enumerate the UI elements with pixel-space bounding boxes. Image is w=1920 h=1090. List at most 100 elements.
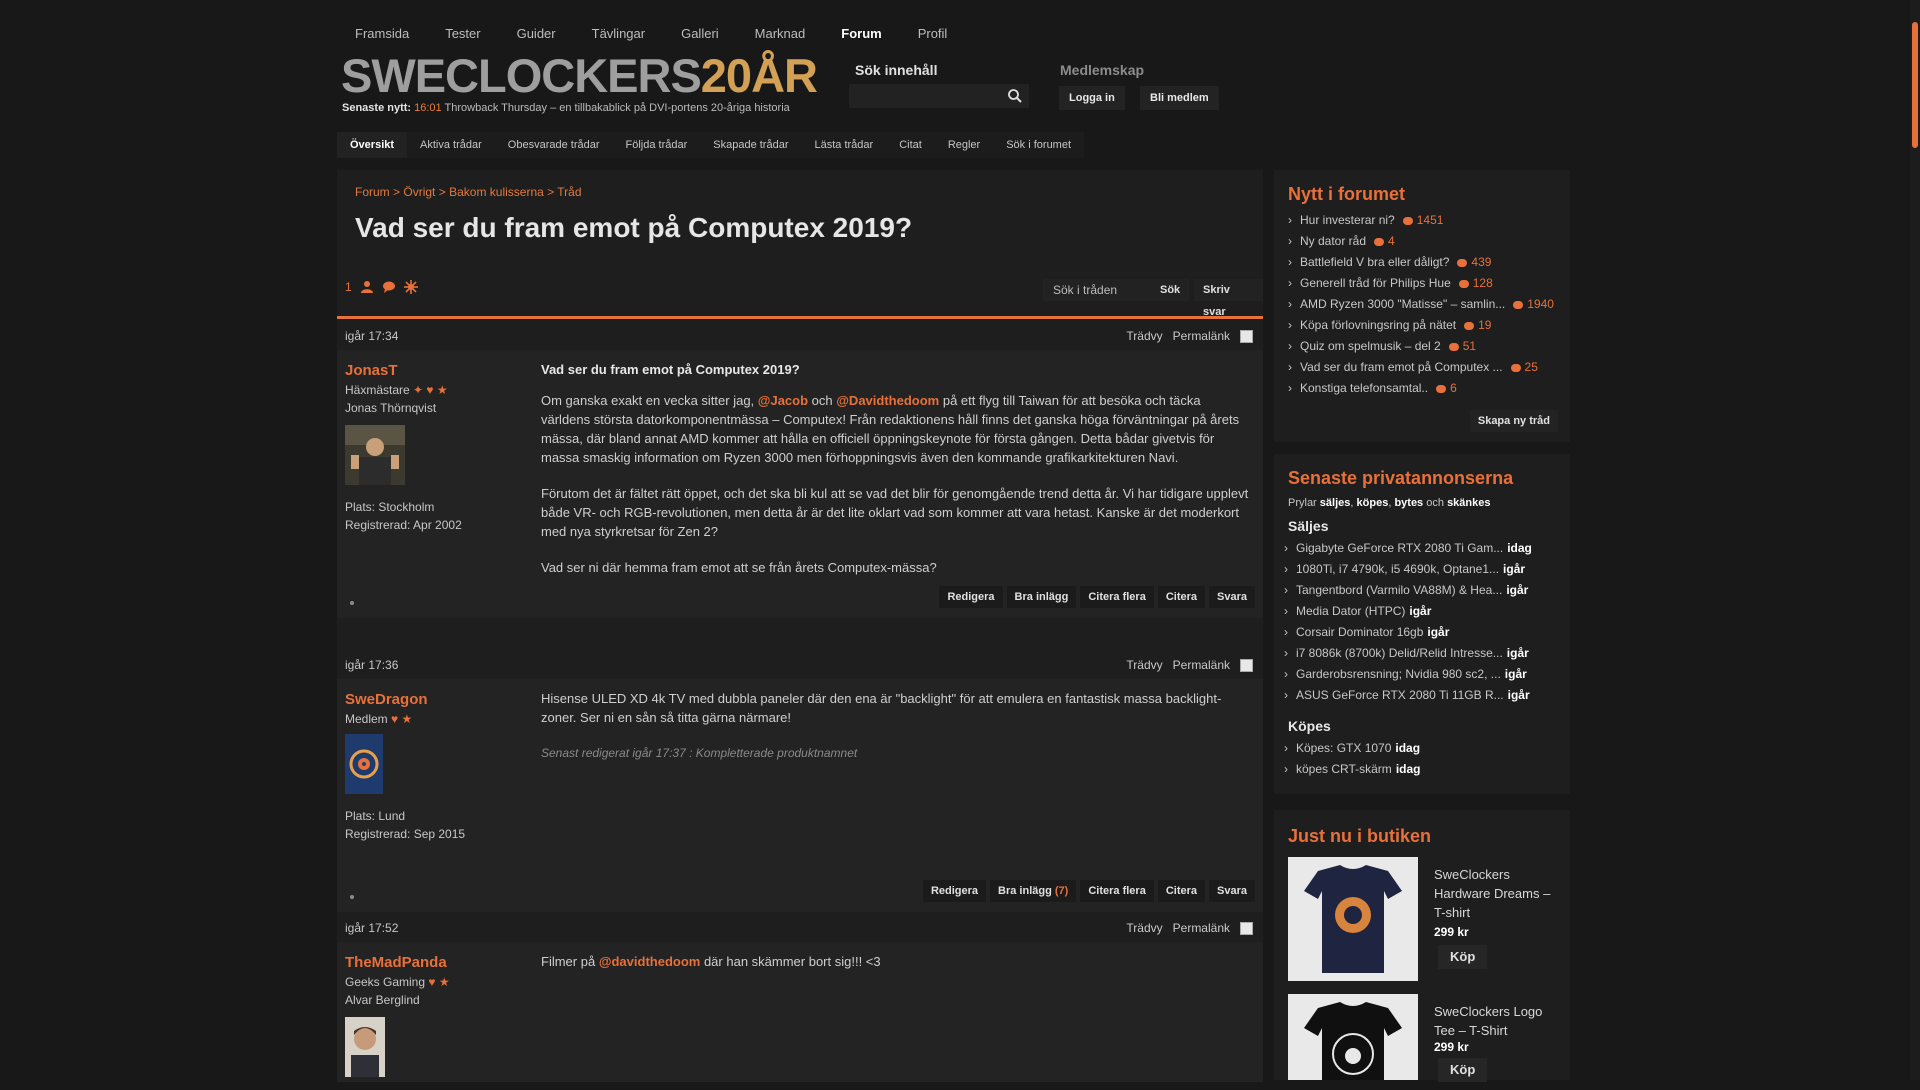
avatar[interactable] xyxy=(345,734,383,794)
filter-buy[interactable]: köpes xyxy=(1357,497,1389,509)
comment-icon[interactable] xyxy=(382,280,396,294)
list-item[interactable]: Generell tråd för Philips Hue 128 xyxy=(1288,273,1570,294)
list-item[interactable]: Corsair Dominator 16gb igår xyxy=(1284,622,1566,643)
reply-button[interactable]: Svara xyxy=(1209,880,1255,902)
thread-link[interactable]: Vad ser du fram emot på Computex ... xyxy=(1300,360,1503,374)
user-icon[interactable] xyxy=(360,280,374,294)
reply-thread-button[interactable]: Skriv svar xyxy=(1194,279,1263,318)
mention-link[interactable]: @Davidthedoom xyxy=(836,393,939,408)
ad-link[interactable]: köpes CRT-skärm xyxy=(1296,762,1392,776)
nav-tester[interactable]: Tester xyxy=(427,20,498,47)
ad-link[interactable]: i7 8086k (8700k) Delid/Relid Intresse... xyxy=(1296,646,1503,660)
thread-link[interactable]: Generell tråd för Philips Hue xyxy=(1300,276,1451,290)
list-item[interactable]: Quiz om spelmusik – del 2 51 xyxy=(1288,336,1570,357)
subnav-regler[interactable]: Regler xyxy=(935,139,993,151)
list-item[interactable]: Ny dator råd 4 xyxy=(1288,231,1570,252)
thread-link[interactable]: Konstiga telefonsamtal.. xyxy=(1300,381,1428,395)
site-logo[interactable]: SWECLOCKERS20ÅR xyxy=(341,52,818,99)
subnav-foljda[interactable]: Följda trådar xyxy=(613,139,701,151)
product-name[interactable]: SweClockers Logo Tee – T-Shirt xyxy=(1434,1002,1554,1040)
product-image[interactable] xyxy=(1288,994,1418,1080)
select-checkbox[interactable] xyxy=(1240,329,1253,343)
thread-link[interactable]: Hur investerar ni? xyxy=(1300,213,1395,227)
thread-link[interactable]: AMD Ryzen 3000 "Matisse" – samlin... xyxy=(1300,297,1505,311)
ad-link[interactable]: Gigabyte GeForce RTX 2080 Ti Gam... xyxy=(1296,541,1503,555)
search-icon[interactable] xyxy=(1007,88,1023,104)
list-item[interactable]: Vad ser du fram emot på Computex ... 25 xyxy=(1288,357,1570,378)
author-name[interactable]: JonasT xyxy=(345,362,525,379)
permalink-link[interactable]: Permalänk xyxy=(1173,921,1230,935)
buy-button[interactable]: Köp xyxy=(1438,945,1488,969)
subnav-lasta[interactable]: Lästa trådar xyxy=(801,139,886,151)
subnav-oversikt[interactable]: Översikt xyxy=(337,132,408,158)
tree-view-link[interactable]: Trädvy xyxy=(1126,658,1162,672)
nav-guider[interactable]: Guider xyxy=(499,20,574,47)
product-name[interactable]: SweClockers Hardware Dreams – T-shirt xyxy=(1434,865,1554,922)
list-item[interactable]: Köpa förlovningsring på nätet 19 xyxy=(1288,315,1570,336)
reply-button[interactable]: Svara xyxy=(1209,586,1255,608)
list-item[interactable]: Garderobsrensning; Nvidia 980 sc2, ...ig… xyxy=(1284,664,1566,685)
scrollbar-thumb[interactable] xyxy=(1912,22,1918,148)
select-checkbox[interactable] xyxy=(1240,658,1253,672)
subnav-skapade[interactable]: Skapade trådar xyxy=(700,139,801,151)
thread-link[interactable]: Battlefield V bra eller dåligt? xyxy=(1300,255,1449,269)
thread-link[interactable]: Ny dator råd xyxy=(1300,234,1366,248)
permalink-link[interactable]: Permalänk xyxy=(1173,329,1230,343)
thread-search-button[interactable]: Sök xyxy=(1151,279,1190,301)
list-item[interactable]: 1080Ti, i7 4790k, i5 4690k, Optane1... ig… xyxy=(1284,559,1566,580)
nav-marknad[interactable]: Marknad xyxy=(737,20,824,47)
subnav-sok[interactable]: Sök i forumet xyxy=(993,139,1084,151)
nav-framsida[interactable]: Framsida xyxy=(337,20,427,47)
ad-link[interactable]: ASUS GeForce RTX 2080 Ti 11GB R... xyxy=(1296,688,1504,702)
tree-view-link[interactable]: Trädvy xyxy=(1126,329,1162,343)
mention-link[interactable]: @davidthedoom xyxy=(599,954,701,969)
latest-news[interactable]: Senaste nytt: 16:01 Throwback Thursday –… xyxy=(342,102,790,114)
page-number[interactable]: 1 xyxy=(345,280,352,294)
list-item[interactable]: Media Dator (HTPC) igår xyxy=(1284,601,1566,622)
good-post-button[interactable]: Bra inlägg (7) xyxy=(990,880,1077,902)
filter-give[interactable]: skänkes xyxy=(1447,497,1490,509)
list-item[interactable]: Hur investerar ni? 1451 xyxy=(1288,210,1570,231)
quote-button[interactable]: Citera xyxy=(1157,586,1206,608)
edit-button[interactable]: Redigera xyxy=(922,880,987,902)
ad-link[interactable]: 1080Ti, i7 4790k, i5 4690k, Optane1... xyxy=(1296,562,1499,576)
breadcrumb-ovrigt[interactable]: Övrigt xyxy=(403,185,435,199)
nav-profil[interactable]: Profil xyxy=(900,20,966,47)
list-item[interactable]: Gigabyte GeForce RTX 2080 Ti Gam... idag xyxy=(1284,538,1566,559)
breadcrumb-bakom[interactable]: Bakom kulisserna xyxy=(449,185,544,199)
ad-link[interactable]: Tangentbord (Varmilo VA88M) & Hea... xyxy=(1296,583,1502,597)
subnav-aktiva[interactable]: Aktiva trådar xyxy=(407,139,495,151)
nav-tavlingar[interactable]: Tävlingar xyxy=(574,20,663,47)
buy-button[interactable]: Köp xyxy=(1438,1058,1488,1082)
thread-search-input[interactable]: Sök i tråden xyxy=(1043,279,1153,301)
avatar[interactable] xyxy=(345,1017,385,1077)
subnav-obesvarade[interactable]: Obesvarade trådar xyxy=(495,139,613,151)
ad-link[interactable]: Corsair Dominator 16gb xyxy=(1296,625,1423,639)
breadcrumb-forum[interactable]: Forum xyxy=(355,185,390,199)
thread-link[interactable]: Köpa förlovningsring på nätet xyxy=(1300,318,1456,332)
quote-more-button[interactable]: Citera flera xyxy=(1080,880,1154,902)
list-item[interactable]: Konstiga telefonsamtal.. 6 xyxy=(1288,378,1570,399)
burst-icon[interactable] xyxy=(403,280,418,294)
thread-link[interactable]: Quiz om spelmusik – del 2 xyxy=(1300,339,1441,353)
edit-button[interactable]: Redigera xyxy=(939,586,1003,608)
author-name[interactable]: SweDragon xyxy=(345,691,525,708)
filter-swap[interactable]: bytes xyxy=(1394,497,1423,509)
list-item[interactable]: Battlefield V bra eller dåligt? 439 xyxy=(1288,252,1570,273)
quote-more-button[interactable]: Citera flera xyxy=(1080,586,1154,608)
tree-view-link[interactable]: Trädvy xyxy=(1126,921,1162,935)
ad-link[interactable]: Köpes: GTX 1070 xyxy=(1296,741,1391,755)
select-checkbox[interactable] xyxy=(1240,921,1253,935)
product-image[interactable] xyxy=(1288,857,1418,981)
good-post-button[interactable]: Bra inlägg xyxy=(1006,586,1077,608)
nav-forum[interactable]: Forum xyxy=(823,20,899,47)
permalink-link[interactable]: Permalänk xyxy=(1173,658,1230,672)
ad-link[interactable]: Garderobsrensning; Nvidia 980 sc2, ... xyxy=(1296,667,1501,681)
mention-link[interactable]: @Jacob xyxy=(758,393,808,408)
scrollbar[interactable] xyxy=(1910,0,1920,1080)
quote-button[interactable]: Citera xyxy=(1157,880,1206,902)
register-button[interactable]: Bli medlem xyxy=(1140,86,1219,110)
filter-sell[interactable]: säljes xyxy=(1320,497,1351,509)
ad-link[interactable]: Media Dator (HTPC) xyxy=(1296,604,1405,618)
list-item[interactable]: köpes CRT-skärmidag xyxy=(1284,759,1566,780)
